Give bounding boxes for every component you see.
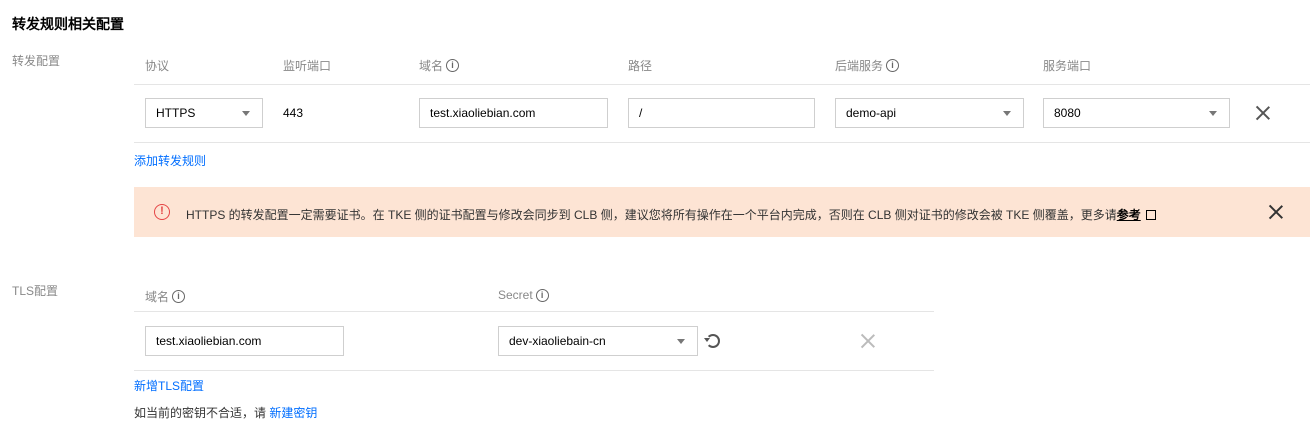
tls-domain-input[interactable]: test.xiaoliebian.com: [145, 326, 344, 356]
forward-config-label: 转发配置: [12, 54, 61, 68]
tls-config-label: TLS配置: [12, 284, 59, 298]
remove-rule-close-icon[interactable]: [1256, 106, 1270, 120]
port-header: 监听端口: [283, 59, 332, 73]
add-tls-config-link[interactable]: 新增TLS配置: [134, 377, 204, 394]
info-icon[interactable]: i: [172, 290, 186, 303]
info-icon[interactable]: i: [886, 59, 900, 72]
path-header: 路径: [628, 59, 653, 73]
refresh-icon[interactable]: [704, 334, 720, 348]
alert-close-icon[interactable]: [1269, 205, 1283, 219]
row-divider: [134, 142, 1310, 143]
protocol-select[interactable]: HTTPS: [145, 98, 263, 128]
chevron-down-icon: [677, 339, 685, 344]
service-port-select[interactable]: 8080: [1043, 98, 1230, 128]
chevron-down-icon: [1003, 111, 1011, 116]
chevron-down-icon: [1209, 111, 1217, 116]
listen-port-value: 443: [283, 106, 304, 120]
create-secret-link[interactable]: 新建密钥: [269, 406, 317, 420]
info-icon[interactable]: i: [535, 288, 549, 302]
secret-header: Secret i: [498, 288, 549, 302]
external-link-icon: [1145, 210, 1156, 220]
remove-tls-close-icon[interactable]: [861, 334, 875, 348]
backend-service-select[interactable]: demo-api: [835, 98, 1024, 128]
certificate-warning-alert: ! HTTPS 的转发配置一定需要证书。在 TKE 侧的证书配置与修改会同步到 …: [134, 187, 1310, 237]
domain-input[interactable]: test.xiaoliebian.com: [419, 98, 608, 128]
service-port-header: 服务端口: [1043, 59, 1092, 73]
add-forward-rule-link[interactable]: 添加转发规则: [134, 152, 206, 169]
backend-header: 后端服务 i: [835, 57, 900, 74]
info-icon[interactable]: i: [446, 59, 460, 72]
secret-hint: 如当前的密钥不合适，请 新建密钥: [134, 406, 318, 420]
header-divider: [134, 84, 1310, 85]
secret-select[interactable]: dev-xiaoliebain-cn: [498, 326, 698, 356]
path-input[interactable]: /: [628, 98, 815, 128]
tls-row-divider: [134, 370, 934, 371]
warning-icon: !: [154, 204, 170, 220]
chevron-down-icon: [242, 111, 250, 116]
domain-header: 域名 i: [419, 57, 460, 74]
tls-domain-header: 域名 i: [145, 288, 186, 305]
reference-link[interactable]: 参考: [1117, 208, 1141, 222]
protocol-header: 协议: [145, 59, 170, 73]
alert-message: HTTPS 的转发配置一定需要证书。在 TKE 侧的证书配置与修改会同步到 CL…: [186, 206, 1156, 223]
tls-header-divider: [134, 311, 934, 312]
section-title: 转发规则相关配置: [12, 16, 124, 32]
